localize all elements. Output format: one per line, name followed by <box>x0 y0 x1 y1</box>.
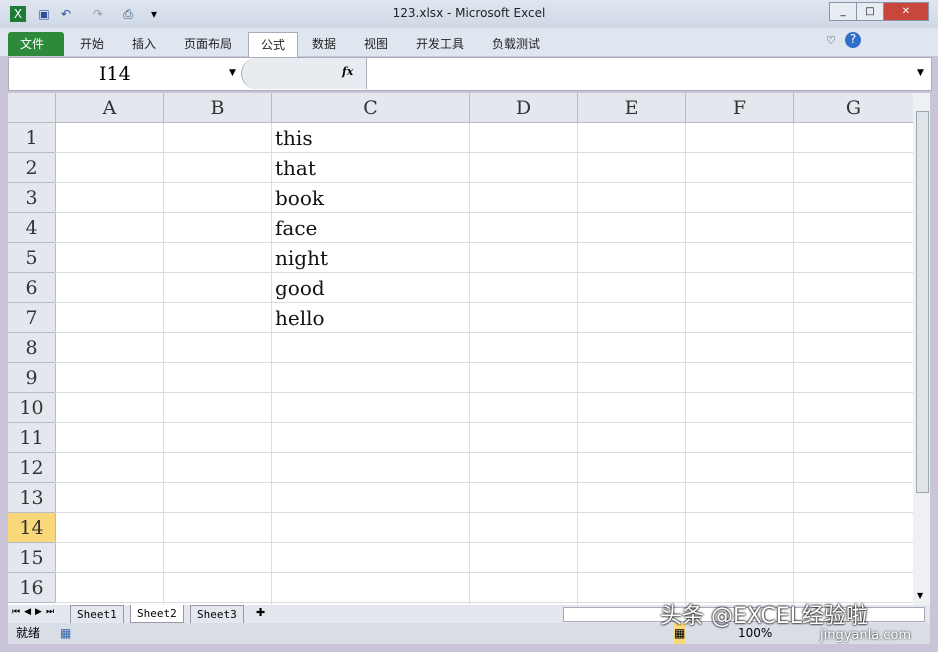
column-header-a[interactable]: A <box>56 93 164 123</box>
cell-c5[interactable]: night <box>275 243 328 273</box>
sheet-tab-1[interactable]: Sheet1 <box>70 605 124 624</box>
collapse-ribbon-icon[interactable]: ♡ <box>826 34 836 47</box>
row-header-7[interactable]: 7 <box>8 303 56 333</box>
column-header-b[interactable]: B <box>164 93 272 123</box>
maximize-button[interactable]: □ <box>856 2 884 21</box>
column-header-f[interactable]: F <box>686 93 794 123</box>
cell-c7[interactable]: hello <box>275 303 325 333</box>
row-header-10[interactable]: 10 <box>8 393 56 423</box>
row-header-4[interactable]: 4 <box>8 213 56 243</box>
cell-c2[interactable]: that <box>275 153 316 183</box>
tab-load-test[interactable]: 负载测试 <box>480 32 552 56</box>
sheet-tab-2[interactable]: Sheet2 <box>130 605 184 623</box>
cell-c1[interactable]: this <box>275 123 313 153</box>
tab-formulas[interactable]: 公式 <box>248 32 299 57</box>
row-header-9[interactable]: 9 <box>8 363 56 393</box>
minimize-button[interactable]: _ <box>829 2 857 21</box>
row-header-6[interactable]: 6 <box>8 273 56 303</box>
macro-record-icon[interactable]: ▦ <box>60 623 71 644</box>
worksheet-grid[interactable]: A B C D E F G 1 this 2 that 3 book 4 face 5 night… <box>8 93 913 605</box>
formula-input[interactable] <box>366 58 915 89</box>
tab-data[interactable]: 数据 <box>300 32 348 56</box>
status-ready: 就绪 <box>16 626 41 640</box>
row-header-3[interactable]: 3 <box>8 183 56 213</box>
tab-developer[interactable]: 开发工具 <box>404 32 476 56</box>
watermark: 头条 @EXCEL经验啦 <box>660 604 868 629</box>
help-icon[interactable]: ? <box>845 32 861 48</box>
tab-file[interactable]: 文件 <box>8 32 64 56</box>
sheet-tab-3[interactable]: Sheet3 <box>190 605 244 624</box>
row-header-12[interactable]: 12 <box>8 453 56 483</box>
scroll-thumb[interactable] <box>916 111 929 493</box>
formula-bar: I14 ▼ fx ▼ <box>8 57 932 91</box>
row-header-8[interactable]: 8 <box>8 333 56 363</box>
insert-function-icon[interactable]: fx <box>342 65 353 78</box>
close-button[interactable]: ✕ <box>883 2 929 21</box>
cell-c4[interactable]: face <box>275 213 317 243</box>
row-header-14[interactable]: 14 <box>8 513 56 543</box>
tab-page-layout[interactable]: 页面布局 <box>172 32 244 56</box>
scroll-down-icon[interactable]: ▼ <box>917 591 923 600</box>
tab-home[interactable]: 开始 <box>68 32 116 56</box>
select-all-button[interactable] <box>8 93 56 123</box>
column-header-c[interactable]: C <box>272 93 470 123</box>
column-header-e[interactable]: E <box>578 93 686 123</box>
ribbon-tabs: 文件 开始 插入 页面布局 公式 数据 视图 开发工具 负载测试 ♡ ? <box>0 28 938 57</box>
row-header-15[interactable]: 15 <box>8 543 56 573</box>
row-header-2[interactable]: 2 <box>8 153 56 183</box>
name-box-dropdown-icon[interactable]: ▼ <box>229 68 236 78</box>
insert-sheet-icon[interactable]: ✚ <box>256 606 265 619</box>
expand-formula-bar-icon[interactable]: ▼ <box>917 68 924 78</box>
cell-c3[interactable]: book <box>275 183 324 213</box>
watermark-url: jingyanla.com <box>820 628 912 643</box>
column-header-g[interactable]: G <box>794 93 913 123</box>
vertical-scrollbar[interactable]: ▼ <box>913 93 930 605</box>
row-header-13[interactable]: 13 <box>8 483 56 513</box>
cell-c6[interactable]: good <box>275 273 325 303</box>
tab-insert[interactable]: 插入 <box>120 32 168 56</box>
row-header-1[interactable]: 1 <box>8 123 56 153</box>
title-bar: X ▣ ↶ ↷ ⎙ ▾ 123.xlsx - Microsoft Excel _… <box>0 0 938 28</box>
name-box[interactable]: I14 <box>9 58 241 90</box>
column-header-d[interactable]: D <box>470 93 578 123</box>
window-title: 123.xlsx - Microsoft Excel <box>392 6 546 20</box>
tab-view[interactable]: 视图 <box>352 32 400 56</box>
row-header-16[interactable]: 16 <box>8 573 56 603</box>
row-header-11[interactable]: 11 <box>8 423 56 453</box>
sheet-nav-icons[interactable]: ⏮◀▶⏭ <box>12 607 58 617</box>
row-header-5[interactable]: 5 <box>8 243 56 273</box>
